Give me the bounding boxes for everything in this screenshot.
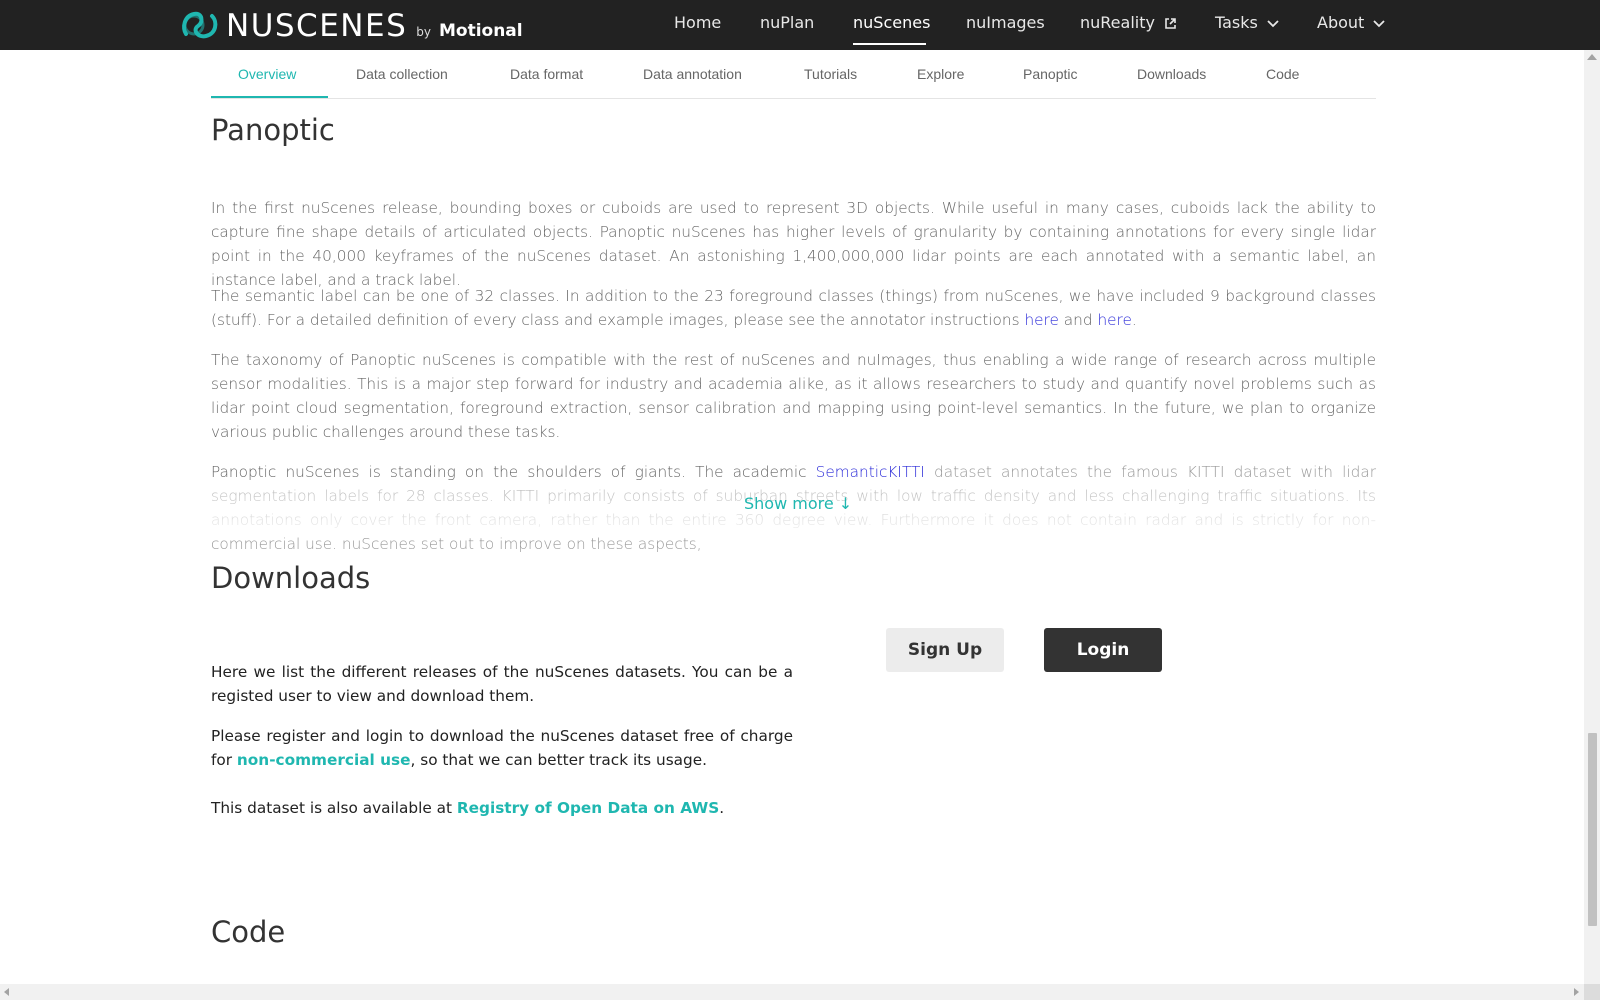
nav-active-underline — [853, 43, 926, 45]
tab-code[interactable]: Code — [1266, 66, 1299, 82]
panoptic-paragraph-3: The taxonomy of Panoptic nuScenes is com… — [211, 351, 1376, 441]
downloads-p3-end: . — [719, 799, 725, 817]
tab-data-annotation[interactable]: Data annotation — [643, 66, 742, 82]
tab-overview[interactable]: Overview — [238, 66, 296, 82]
login-button[interactable]: Login — [1044, 628, 1162, 672]
horizontal-scrollbar[interactable] — [0, 984, 1584, 1000]
annotator-instructions-link-1[interactable]: here — [1024, 311, 1058, 329]
scrollbar-corner — [1584, 984, 1600, 1000]
nav-item-nuimages[interactable]: nuImages — [966, 13, 1045, 32]
brand-name: NUSCENES — [226, 8, 408, 44]
tab-downloads[interactable]: Downloads — [1137, 66, 1206, 82]
downloads-paragraph-2: Please register and login to download th… — [211, 724, 793, 772]
brand-by-text: by — [416, 25, 431, 39]
nav-item-tasks[interactable]: Tasks — [1215, 13, 1279, 32]
nav-item-nureality-label: nuReality — [1080, 13, 1155, 32]
panoptic-paragraph-1: In the first nuScenes release, bounding … — [211, 199, 1376, 289]
external-link-icon — [1165, 18, 1176, 29]
nav-item-home[interactable]: Home — [674, 13, 721, 32]
downloads-p3-text: This dataset is also available at — [211, 799, 457, 817]
vertical-scrollbar-thumb[interactable] — [1588, 733, 1597, 926]
brand-logo-link[interactable]: NUSCENES by Motional — [180, 8, 523, 42]
section-tabs: Overview Data collection Data format Dat… — [211, 50, 1376, 99]
panoptic-p4-text: Panoptic nuScenes is standing on the sho… — [211, 463, 816, 481]
brand-company: Motional — [438, 21, 523, 41]
vertical-scrollbar[interactable] — [1584, 50, 1600, 984]
chevron-down-icon — [1267, 19, 1279, 27]
nav-item-about[interactable]: About — [1317, 13, 1386, 32]
downloads-paragraph-3: This dataset is also available at Regist… — [211, 796, 793, 820]
scroll-right-arrow-icon[interactable] — [1574, 988, 1579, 996]
non-commercial-use-link[interactable]: non-commercial use — [237, 751, 411, 769]
tab-explore[interactable]: Explore — [917, 66, 964, 82]
nav-item-nuscenes[interactable]: nuScenes — [853, 13, 930, 32]
show-more-button[interactable]: Show more ↓ — [744, 494, 852, 513]
panoptic-p2-end: . — [1131, 311, 1137, 329]
sign-up-button[interactable]: Sign Up — [886, 628, 1004, 672]
nav-item-nuplan[interactable]: nuPlan — [760, 13, 814, 32]
aws-registry-link[interactable]: Registry of Open Data on AWS — [457, 799, 719, 817]
panoptic-p2-text: The semantic label can be one of 32 clas… — [211, 287, 1376, 329]
downloads-heading: Downloads — [211, 561, 371, 595]
nuscenes-logo-icon — [182, 11, 218, 39]
nav-item-nureality[interactable]: nuReality — [1080, 13, 1177, 32]
scroll-up-arrow-icon[interactable] — [1587, 54, 1597, 60]
nav-item-about-label: About — [1317, 13, 1365, 32]
tab-panoptic[interactable]: Panoptic — [1023, 66, 1077, 82]
code-heading: Code — [211, 915, 286, 949]
downloads-p2-end: , so that we can better track its usage. — [410, 751, 708, 769]
nav-item-tasks-label: Tasks — [1215, 13, 1258, 32]
panoptic-heading: Panoptic — [211, 113, 335, 147]
panoptic-p2-and: and — [1058, 311, 1098, 329]
scroll-left-arrow-icon[interactable] — [4, 988, 9, 996]
panoptic-paragraph-2: The semantic label can be one of 32 clas… — [211, 284, 1376, 332]
tab-data-collection[interactable]: Data collection — [356, 66, 448, 82]
downloads-paragraph-1: Here we list the different releases of t… — [211, 663, 793, 705]
tab-active-underline — [211, 96, 328, 98]
top-navbar: NUSCENES by Motional Home nuPlan nuScene… — [0, 0, 1600, 50]
annotator-instructions-link-2[interactable]: here — [1097, 311, 1131, 329]
tab-data-format[interactable]: Data format — [510, 66, 583, 82]
chevron-down-icon — [1373, 19, 1386, 27]
semantickitti-link[interactable]: SemanticKITTI — [816, 463, 925, 481]
tab-tutorials[interactable]: Tutorials — [804, 66, 857, 82]
